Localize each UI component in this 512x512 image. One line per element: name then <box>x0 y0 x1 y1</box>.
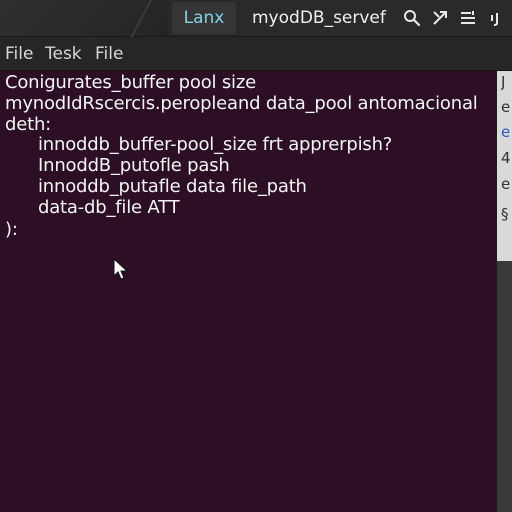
close-icon[interactable] <box>488 8 506 28</box>
menu-item-file[interactable]: File <box>5 43 33 65</box>
terminal-line: InnoddB_putofle pash <box>38 155 230 176</box>
search-icon[interactable] <box>402 8 422 28</box>
terminal-line: deth: <box>5 114 52 135</box>
terminal-line: ): <box>5 219 18 240</box>
tab-lanx[interactable]: Lanx <box>172 2 236 34</box>
menu-list-icon[interactable] <box>458 8 478 28</box>
menu-item-file-2[interactable]: File <box>95 43 123 65</box>
side-glyph: J <box>501 73 506 91</box>
mouse-pointer-icon <box>113 258 129 280</box>
scrollbar[interactable]: J e e 4 e § <box>496 71 512 512</box>
side-glyph: e <box>501 123 511 141</box>
title-bar: Lanx myodDB_servef <box>0 0 512 42</box>
terminal-output[interactable]: Conigurates_buffer pool size mynodIdRsce… <box>0 71 496 512</box>
resize-icon[interactable] <box>430 8 450 28</box>
terminal-line: Conigurates_buffer pool size <box>5 72 256 93</box>
terminal-line: mynodIdRscercis.peropleand data_pool ant… <box>5 93 478 114</box>
title-bar-empty-area <box>0 0 168 36</box>
terminal-line: innoddb_buffer-pool_size frt apprerpish? <box>38 134 393 155</box>
side-glyph: 4 <box>501 149 511 167</box>
terminal-line: data-db_file ATT <box>38 197 180 218</box>
menu-bar: File Tesk File <box>0 37 512 71</box>
side-glyph: e <box>501 175 511 193</box>
tab-myoddb-server[interactable]: myodDB_servef <box>252 2 386 34</box>
menu-item-tesk[interactable]: Tesk <box>45 43 82 65</box>
side-glyph: § <box>501 205 509 223</box>
terminal-window: Lanx myodDB_servef File Tesk File Conigu… <box>0 0 512 512</box>
side-glyph: e <box>501 98 511 116</box>
terminal-line: innoddb_putafle data file_path <box>38 176 307 197</box>
